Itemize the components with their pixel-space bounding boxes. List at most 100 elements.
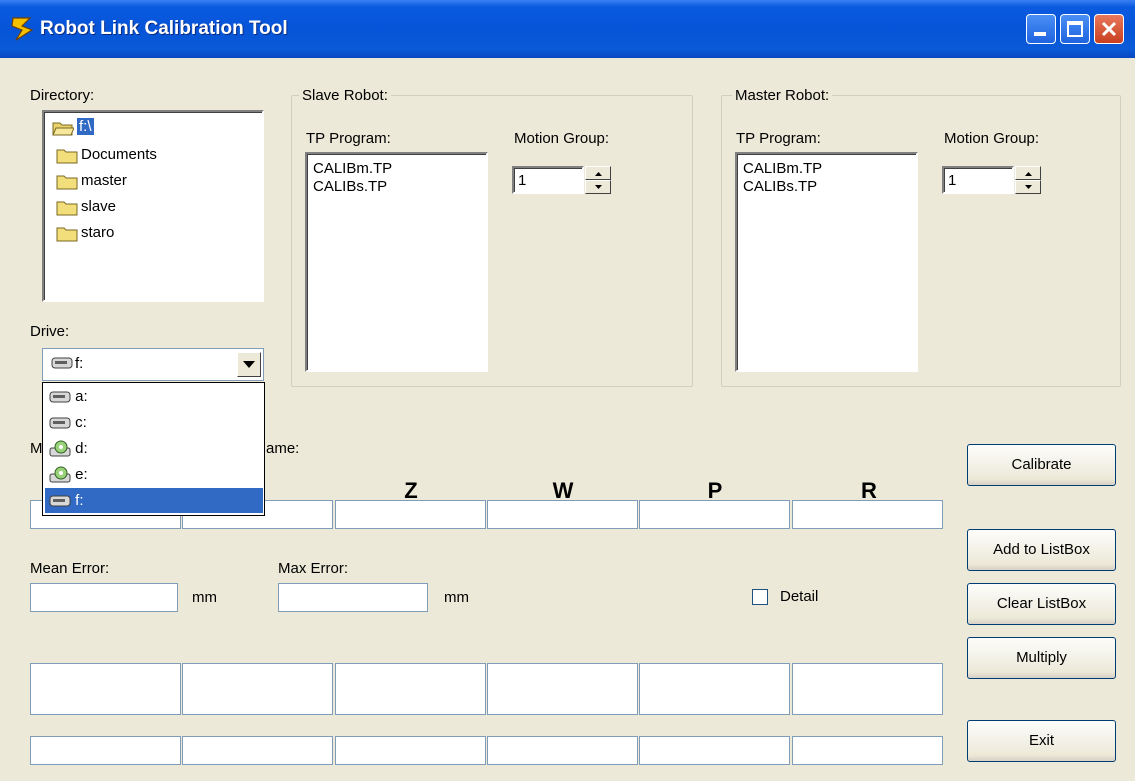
summary-field-3[interactable] (335, 736, 486, 765)
spin-up-button[interactable] (1015, 166, 1041, 180)
folder-icon (56, 173, 78, 190)
drive-option-c[interactable]: c: (45, 410, 263, 435)
master-motion-spinner[interactable] (1015, 166, 1041, 194)
open-folder-icon (52, 119, 75, 136)
calibrate-button[interactable]: Calibrate (967, 444, 1116, 486)
max-error-field[interactable] (278, 583, 428, 612)
directory-label: Directory: (30, 87, 95, 104)
directory-item-label: Documents (81, 146, 157, 163)
directory-item-staro[interactable]: staro (56, 220, 114, 245)
minimize-icon (1034, 32, 1046, 36)
frame-r-field[interactable] (792, 500, 943, 529)
frame-label-left: M (30, 440, 43, 457)
slave-tp-label: TP Program: (306, 130, 391, 147)
result-field-6[interactable] (792, 663, 943, 715)
result-field-3[interactable] (335, 663, 486, 715)
directory-item-label: master (81, 172, 127, 189)
maximize-icon (1067, 21, 1083, 37)
max-error-label: Max Error: (278, 560, 349, 577)
result-field-1[interactable] (30, 663, 181, 715)
detail-checkbox[interactable] (752, 589, 768, 605)
title-bar[interactable]: Robot Link Calibration Tool (0, 0, 1135, 58)
drive-icon (49, 388, 71, 405)
folder-icon (56, 199, 78, 216)
exit-button[interactable]: Exit (967, 720, 1116, 762)
directory-item-master[interactable]: master (56, 168, 127, 193)
master-motion-input[interactable]: 1 (942, 166, 1014, 194)
summary-field-4[interactable] (487, 736, 638, 765)
slave-motion-value: 1 (518, 172, 527, 189)
slave-motion-label: Motion Group: (514, 130, 610, 147)
master-tp-item[interactable]: CALIBm.TP (743, 160, 822, 177)
folder-icon (56, 147, 78, 164)
drive-selected-value: f: (75, 355, 84, 372)
folder-icon (56, 225, 78, 242)
frame-w-field[interactable] (487, 500, 638, 529)
summary-field-6[interactable] (792, 736, 943, 765)
mean-error-field[interactable] (30, 583, 178, 612)
close-icon (1101, 21, 1117, 37)
directory-list[interactable]: f:\ Documents master slave staro (42, 110, 264, 302)
directory-item-root[interactable]: f:\ (52, 114, 94, 139)
drive-option-e[interactable]: e: (45, 462, 263, 487)
slave-motion-input[interactable]: 1 (512, 166, 584, 194)
drive-select[interactable]: f: (42, 348, 264, 381)
drive-dropdown-list[interactable]: a: c: d: e: f: (42, 382, 265, 516)
directory-item-documents[interactable]: Documents (56, 142, 157, 167)
slave-tp-list[interactable]: CALIBm.TP CALIBs.TP (305, 152, 488, 372)
drive-label: Drive: (30, 323, 70, 340)
slave-tp-item[interactable]: CALIBm.TP (313, 160, 392, 177)
drive-icon (49, 492, 71, 509)
drive-option-label: a: (75, 388, 88, 405)
chevron-down-icon (1025, 185, 1032, 189)
drive-option-label: c: (75, 414, 87, 431)
result-field-5[interactable] (639, 663, 790, 715)
spin-up-button[interactable] (585, 166, 611, 180)
master-robot-title: Master Robot: (732, 87, 833, 104)
master-motion-value: 1 (948, 172, 957, 189)
chevron-down-icon (595, 185, 602, 189)
master-motion-label: Motion Group: (944, 130, 1040, 147)
drive-option-a[interactable]: a: (45, 384, 263, 409)
chevron-down-icon (243, 361, 255, 368)
max-error-unit: mm (444, 589, 469, 606)
drive-option-d[interactable]: d: (45, 436, 263, 461)
drive-option-f[interactable]: f: (45, 488, 263, 513)
spin-down-button[interactable] (1015, 180, 1041, 194)
directory-item-label: slave (81, 198, 117, 215)
summary-field-1[interactable] (30, 736, 181, 765)
multiply-button[interactable]: Multiply (967, 637, 1116, 679)
result-field-4[interactable] (487, 663, 638, 715)
detail-label: Detail (780, 588, 819, 605)
cd-drive-icon (49, 466, 71, 483)
maximize-button[interactable] (1060, 14, 1090, 44)
close-button[interactable] (1094, 14, 1124, 44)
clear-listbox-button[interactable]: Clear ListBox (967, 583, 1116, 625)
drive-icon (49, 414, 71, 431)
drive-option-label: d: (75, 440, 88, 457)
directory-item-label: f:\ (77, 118, 94, 135)
frame-label-right: ame: (266, 440, 300, 457)
window-title: Robot Link Calibration Tool (40, 18, 288, 39)
summary-field-2[interactable] (182, 736, 333, 765)
drive-option-label: f: (75, 492, 84, 509)
frame-z-field[interactable] (335, 500, 486, 529)
chevron-up-icon (595, 172, 602, 176)
mean-error-label: Mean Error: (30, 560, 110, 577)
result-field-2[interactable] (182, 663, 333, 715)
drive-dropdown-button[interactable] (237, 352, 261, 377)
add-to-listbox-button[interactable]: Add to ListBox (967, 529, 1116, 571)
master-tp-item[interactable]: CALIBs.TP (743, 178, 817, 195)
master-tp-label: TP Program: (736, 130, 821, 147)
master-tp-list[interactable]: CALIBm.TP CALIBs.TP (735, 152, 918, 372)
slave-robot-title: Slave Robot: (299, 87, 391, 104)
frame-p-field[interactable] (639, 500, 790, 529)
cd-drive-icon (49, 440, 71, 457)
summary-field-5[interactable] (639, 736, 790, 765)
slave-tp-item[interactable]: CALIBs.TP (313, 178, 387, 195)
spin-down-button[interactable] (585, 180, 611, 194)
mean-error-unit: mm (192, 589, 217, 606)
minimize-button[interactable] (1026, 14, 1056, 44)
slave-motion-spinner[interactable] (585, 166, 611, 194)
directory-item-slave[interactable]: slave (56, 194, 116, 219)
